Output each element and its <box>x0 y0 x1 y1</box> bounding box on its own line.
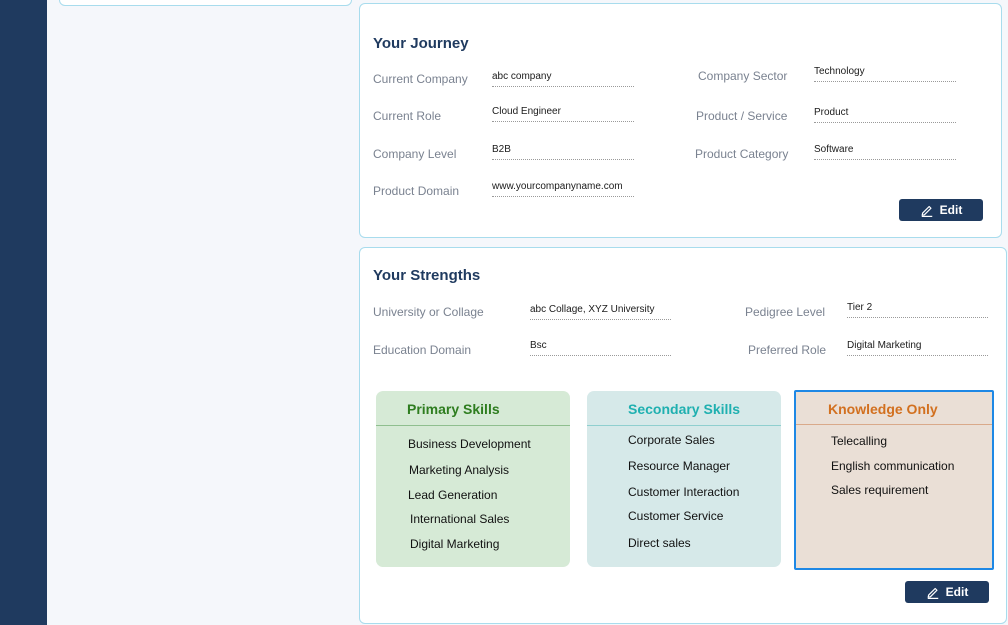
journey-edit-label: Edit <box>939 203 963 217</box>
education-domain-label: Education Domain <box>373 343 472 357</box>
company-level-label: Company Level <box>373 147 457 161</box>
secondary-skills-title: Secondary Skills <box>628 401 741 417</box>
primary-skill-item: Lead Generation <box>408 488 498 502</box>
knowledge-only-box[interactable]: Knowledge Only Telecalling English commu… <box>794 390 994 570</box>
strengths-edit-button[interactable]: Edit <box>905 581 989 603</box>
secondary-skill-item: Direct sales <box>628 536 691 550</box>
product-service-label: Product / Service <box>696 109 788 123</box>
knowledge-item: English communication <box>831 459 955 473</box>
current-company-value[interactable]: abc company <box>492 71 634 87</box>
profile-card-partial <box>59 0 352 6</box>
primary-skill-item: Digital Marketing <box>410 537 500 551</box>
company-sector-value[interactable]: Technology <box>814 66 956 82</box>
knowledge-item: Telecalling <box>831 434 888 448</box>
product-service-value[interactable]: Product <box>814 107 956 123</box>
product-category-label: Product Category <box>695 147 789 161</box>
product-category-value[interactable]: Software <box>814 144 956 160</box>
primary-skill-item: Marketing Analysis <box>409 463 510 477</box>
journey-title: Your Journey <box>373 35 469 52</box>
product-domain-label: Product Domain <box>373 184 460 198</box>
company-level-value[interactable]: B2B <box>492 144 634 160</box>
pencil-icon <box>927 587 938 599</box>
secondary-skill-item: Customer Interaction <box>628 485 740 499</box>
primary-skill-item: International Sales <box>410 512 510 526</box>
current-role-value[interactable]: Cloud Engineer <box>492 106 634 122</box>
strengths-edit-label: Edit <box>945 585 969 599</box>
sidebar <box>0 0 47 625</box>
strengths-card: Your Strengths University or Collage abc… <box>359 247 1007 624</box>
current-role-label: Current Role <box>373 109 442 123</box>
knowledge-item: Sales requirement <box>831 483 929 497</box>
journey-card: Your Journey Current Company abc company… <box>359 3 1002 238</box>
primary-skills-divider <box>376 425 570 426</box>
knowledge-only-title: Knowledge Only <box>828 401 938 417</box>
pedigree-level-value[interactable]: Tier 2 <box>847 302 988 318</box>
university-label: University or Collage <box>373 305 484 319</box>
university-value[interactable]: abc Collage, XYZ University <box>530 304 671 320</box>
pedigree-level-label: Pedigree Level <box>745 305 826 319</box>
product-domain-value[interactable]: www.yourcompanyname.com <box>492 181 634 197</box>
strengths-title: Your Strengths <box>373 267 481 284</box>
secondary-skill-item: Corporate Sales <box>628 433 715 447</box>
preferred-role-value[interactable]: Digital Marketing <box>847 340 988 356</box>
current-company-label: Current Company <box>373 72 468 86</box>
primary-skills-title: Primary Skills <box>407 401 500 417</box>
secondary-skill-item: Resource Manager <box>628 459 731 473</box>
secondary-skills-divider <box>587 425 781 426</box>
primary-skills-box: Primary Skills Business Development Mark… <box>376 391 570 567</box>
pencil-icon <box>921 205 932 217</box>
education-domain-value[interactable]: Bsc <box>530 340 671 356</box>
journey-edit-button[interactable]: Edit <box>899 199 983 221</box>
preferred-role-label: Preferred Role <box>748 343 827 357</box>
primary-skill-item: Business Development <box>408 437 531 451</box>
secondary-skill-item: Customer Service <box>628 509 724 523</box>
secondary-skills-box: Secondary Skills Corporate Sales Resourc… <box>587 391 781 567</box>
knowledge-only-divider <box>796 424 992 425</box>
company-sector-label: Company Sector <box>698 69 788 83</box>
